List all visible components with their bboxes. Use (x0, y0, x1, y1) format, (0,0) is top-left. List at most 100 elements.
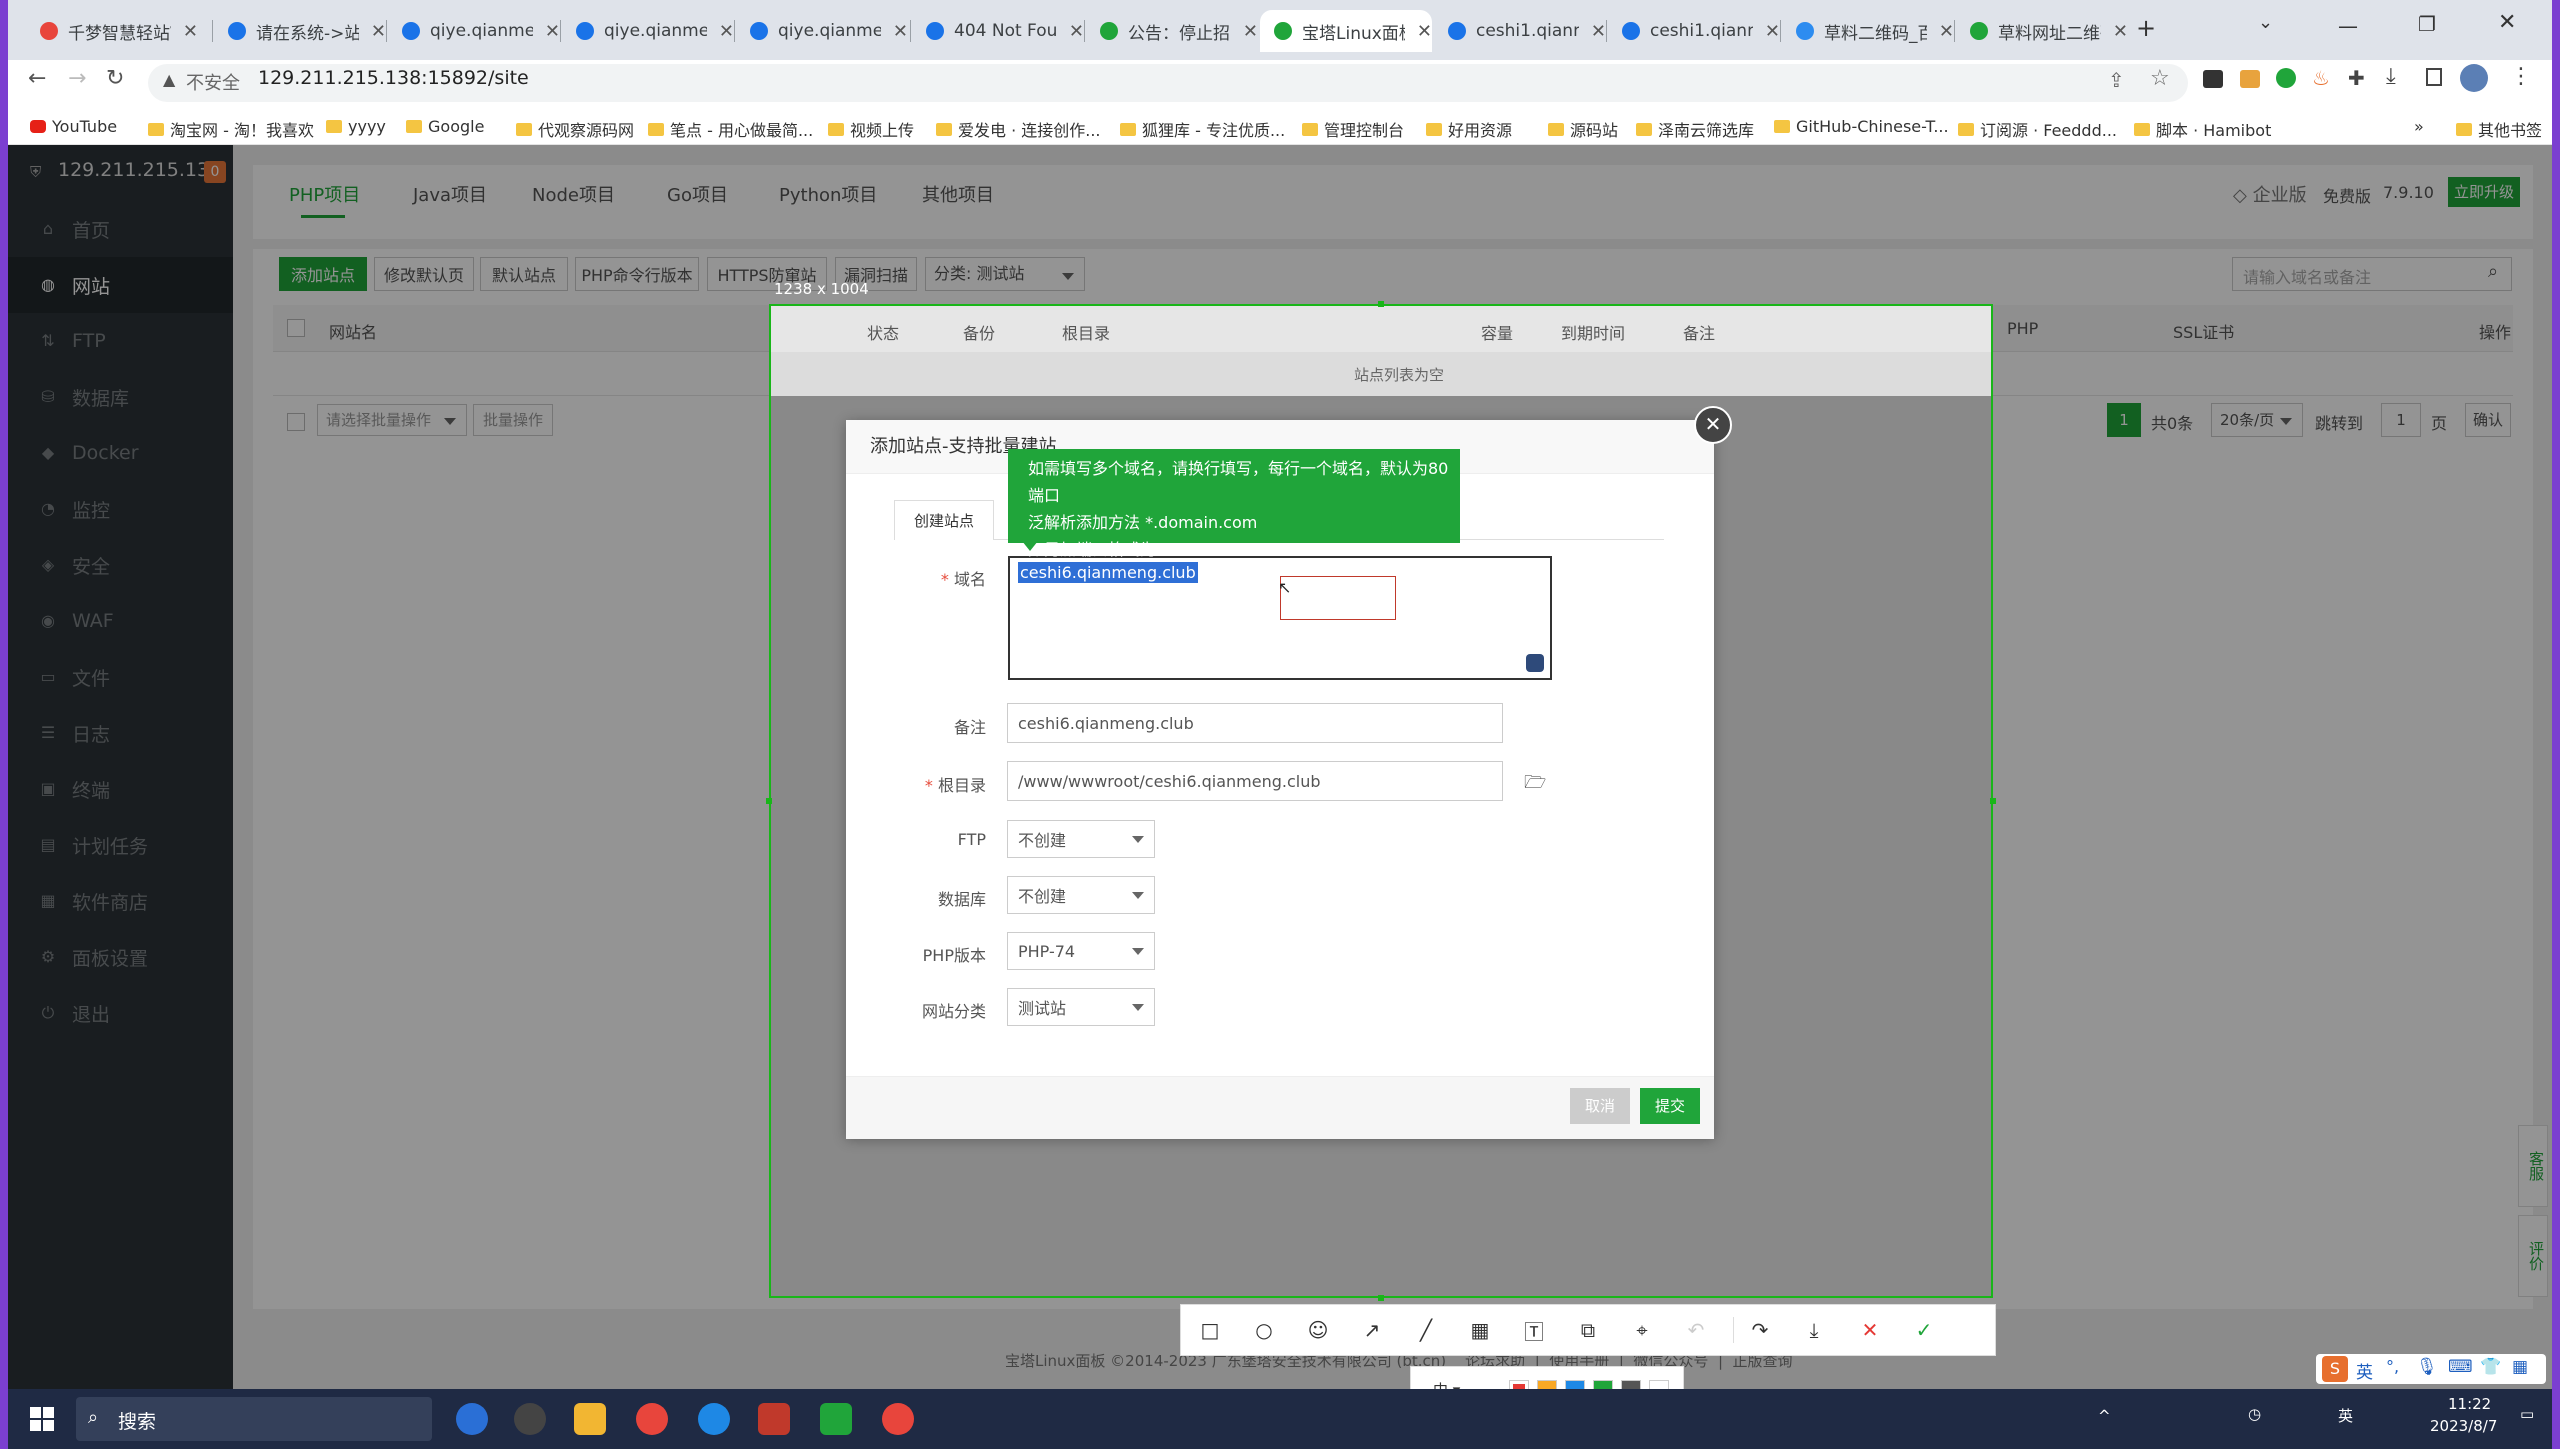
browser-tab[interactable]: 公告：停止招商 ✕ (1086, 10, 1258, 52)
close-tab-icon[interactable]: ✕ (719, 21, 734, 42)
browser-tab[interactable]: qiye.qianmeng ✕ (736, 10, 908, 52)
bookmark-item[interactable]: 淘宝网 - 淘！我喜欢 (148, 117, 314, 141)
remark-input[interactable]: ceshi6.qianmeng.club (1007, 703, 1503, 743)
app-icon[interactable] (514, 1403, 546, 1435)
edge-icon[interactable] (456, 1403, 488, 1435)
bookmark-item[interactable]: 泽南云筛选库 (1636, 117, 1754, 141)
chrome-icon[interactable] (882, 1403, 914, 1435)
save-icon[interactable]: ⤓ (1801, 1317, 1827, 1343)
tab-create-site[interactable]: 创建站点 (894, 500, 994, 540)
browser-tab[interactable]: 404 Not Found ✕ (912, 10, 1084, 52)
warning-icon[interactable]: ▲ (163, 70, 175, 89)
folder-icon[interactable]: 🗁 (1524, 770, 1546, 800)
close-tab-icon[interactable]: ✕ (371, 21, 386, 42)
browser-tab[interactable]: 草料二维码_百 ✕ (1782, 10, 1954, 52)
bookmark-item[interactable]: Google (406, 117, 484, 136)
resize-handle[interactable] (1378, 1295, 1384, 1301)
ocr-icon[interactable]: ⌖ (1629, 1317, 1655, 1343)
file-explorer-icon[interactable] (574, 1403, 606, 1435)
grid-icon[interactable]: ▦ (2512, 1357, 2528, 1377)
bookmark-item[interactable]: yyyy (326, 117, 386, 136)
profile-avatar[interactable] (2460, 64, 2488, 92)
bookmark-item[interactable]: 爱发电 · 连接创作... (936, 117, 1101, 141)
browser-tab[interactable]: 草料网址二维码 ✕ (1956, 10, 2128, 52)
menu-icon[interactable]: ⋮ (2510, 64, 2532, 89)
app-icon[interactable] (820, 1403, 852, 1435)
punct-icon[interactable]: °, (2386, 1357, 2399, 1376)
browser-tab[interactable]: 宝塔Linux面板 ✕ (1260, 10, 1432, 52)
bookmark-item[interactable]: 脚本 · Hamibot (2134, 117, 2271, 141)
tray-ime[interactable]: 英 (2338, 1405, 2353, 1426)
tray-chevron-icon[interactable]: ^ (2098, 1407, 2111, 1425)
windows-start-icon[interactable] (30, 1407, 54, 1431)
close-icon[interactable]: ✕ (1857, 1317, 1883, 1343)
chrome-icon[interactable] (636, 1403, 668, 1435)
resize-handle[interactable] (1990, 798, 1996, 804)
undo-icon[interactable]: ↶ (1683, 1317, 1709, 1343)
browser-tab[interactable]: qiye.qianmeng ✕ (388, 10, 560, 52)
resize-handle[interactable] (766, 798, 772, 804)
close-tab-icon[interactable]: ✕ (1591, 21, 1606, 42)
bookmark-item[interactable]: 管理控制台 (1302, 117, 1404, 141)
db-select[interactable]: 不创建 (1007, 876, 1155, 914)
php-select[interactable]: PHP-74 (1007, 932, 1155, 970)
resize-handle[interactable] (1378, 301, 1384, 307)
bookmark-item[interactable]: 订阅源 · Feeddd... (1958, 117, 2117, 141)
close-tab-icon[interactable]: ✕ (1243, 21, 1258, 42)
close-tab-icon[interactable]: ✕ (183, 21, 198, 42)
browser-tab[interactable]: 请在系统->站点 ✕ (214, 10, 386, 52)
bookmark-item[interactable]: 源码站 (1548, 117, 1618, 141)
ftp-select[interactable]: 不创建 (1007, 820, 1155, 858)
share-icon[interactable]: ↷ (1747, 1317, 1773, 1343)
download-icon[interactable]: ⤓ (2386, 64, 2396, 89)
emoji-icon[interactable]: ☺ (1305, 1317, 1331, 1343)
minimize-icon[interactable]: — (2338, 14, 2358, 38)
insecure-label[interactable]: 不安全 (186, 69, 240, 95)
cancel-button[interactable]: 取消 (1570, 1088, 1630, 1124)
keyboard-icon[interactable]: ⌨ (2448, 1357, 2473, 1377)
browser-tab[interactable]: ceshi1.qianme ✕ (1608, 10, 1780, 52)
app-icon[interactable] (698, 1403, 730, 1435)
puzzle-icon[interactable]: ✚ (2348, 66, 2365, 90)
url-text[interactable]: 129.211.215.138:15892/site (258, 67, 529, 89)
browser-tab[interactable]: qiye.qianmeng ✕ (562, 10, 734, 52)
grammarly-icon[interactable] (1526, 654, 1544, 672)
close-tab-icon[interactable]: ✕ (893, 21, 908, 42)
reload-icon[interactable]: ↻ (106, 66, 124, 91)
tab-search-icon[interactable]: ⌄ (2258, 12, 2273, 33)
mosaic-icon[interactable]: ▦ (1467, 1317, 1493, 1343)
submit-button[interactable]: 提交 (1640, 1088, 1700, 1124)
restore-icon[interactable]: ❐ (2418, 12, 2436, 36)
bookmark-item[interactable]: 好用资源 (1426, 117, 1512, 141)
bookmark-item[interactable]: YouTube (30, 117, 117, 136)
confirm-icon[interactable]: ✓ (1911, 1317, 1937, 1343)
sequence-icon[interactable]: ⧉ (1575, 1317, 1601, 1343)
rectangle-icon[interactable]: □ (1197, 1317, 1223, 1343)
sogou-icon[interactable]: S (2322, 1356, 2348, 1382)
ellipse-icon[interactable]: ○ (1251, 1317, 1277, 1343)
browser-tab[interactable]: 千梦智慧轻站V ✕ (26, 10, 198, 52)
close-tab-icon[interactable]: ✕ (1417, 21, 1432, 42)
ime-lang[interactable]: 英 (2356, 1358, 2373, 1383)
share-page-icon[interactable]: ⇪ (2108, 68, 2125, 92)
extension-icon[interactable] (2276, 68, 2296, 88)
close-dialog-icon[interactable]: ✕ (1694, 406, 1732, 444)
extension-icon[interactable] (2203, 70, 2223, 88)
close-tab-icon[interactable]: ✕ (545, 21, 560, 42)
close-tab-icon[interactable]: ✕ (1939, 21, 1954, 42)
bookmark-item[interactable]: 视频上传 (828, 117, 914, 141)
notification-icon[interactable]: ▭ (2520, 1405, 2534, 1423)
forward-icon[interactable]: → (68, 66, 86, 91)
skin-icon[interactable]: 👕 (2480, 1357, 2501, 1377)
close-tab-icon[interactable]: ✕ (1765, 21, 1780, 42)
extension-icon[interactable]: ♨ (2312, 66, 2330, 90)
bookmarks-more-icon[interactable]: » (2414, 117, 2424, 136)
bookmark-item[interactable]: 笔点 - 用心做最简... (648, 117, 813, 141)
category-select-modal[interactable]: 测试站 (1007, 988, 1155, 1026)
domain-textarea[interactable]: ceshi6.qianmeng.club ↖ (1008, 556, 1552, 680)
bookmark-item[interactable]: 代观察源码网 (516, 117, 634, 141)
text-icon[interactable]: 🅃 (1521, 1317, 1547, 1344)
bookmark-item[interactable]: GitHub-Chinese-T... (1774, 117, 1949, 136)
extension-icon[interactable] (2240, 70, 2260, 88)
arrow-icon[interactable]: ↗ (1359, 1317, 1385, 1343)
